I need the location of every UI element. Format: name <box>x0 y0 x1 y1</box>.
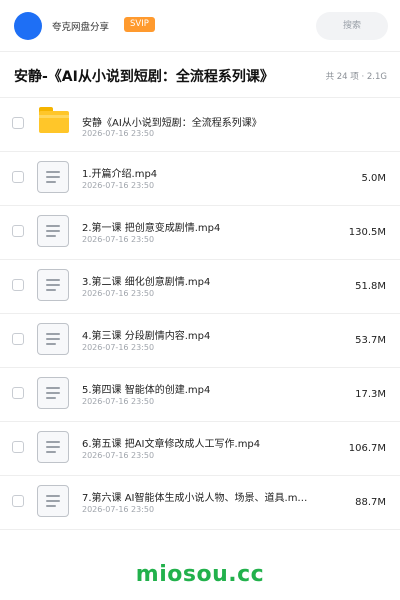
item-name: 3.第二课 细化创意剧情.mp4 <box>82 277 211 288</box>
item-size: 88.7M <box>355 497 386 508</box>
select-checkbox[interactable] <box>12 171 24 183</box>
item-name: 1.开篇介绍.mp4 <box>82 169 158 180</box>
list-item-file[interactable]: 3.第二课 细化创意剧情.mp4 2026-07-16 23:50 51.8M <box>0 260 400 314</box>
item-name: 安静《AI从小说到短剧：全流程系列课》 <box>82 118 262 129</box>
list-item-file[interactable]: 4.第三课 分段剧情内容.mp4 2026-07-16 23:50 53.7M <box>0 314 400 368</box>
video-file-icon <box>37 485 69 517</box>
folder-header: 安静-《AI从小说到短剧：全流程系列课》 共 24 项 · 2.1G <box>0 52 400 98</box>
top-bar: 夸克网盘分享 SVIP 搜索 <box>0 0 400 52</box>
video-file-icon <box>37 161 69 193</box>
item-size: 51.8M <box>355 281 386 292</box>
list-item-file[interactable]: 5.第四课 智能体的创建.mp4 2026-07-16 23:50 17.3M <box>0 368 400 422</box>
item-size: 5.0M <box>361 173 386 184</box>
item-date: 2026-07-16 23:50 <box>82 181 155 190</box>
item-date: 2026-07-16 23:50 <box>82 235 155 244</box>
select-checkbox[interactable] <box>12 333 24 345</box>
list-item-file[interactable]: 6.第五课 把AI文章修改成人工写作.mp4 2026-07-16 23:50 … <box>0 422 400 476</box>
item-name: 4.第三课 分段剧情内容.mp4 <box>82 331 211 342</box>
item-size: 53.7M <box>355 335 386 346</box>
select-checkbox[interactable] <box>12 495 24 507</box>
list-item-file[interactable]: 2.第一课 把创意变成剧情.mp4 2026-07-16 23:50 130.5… <box>0 206 400 260</box>
select-checkbox[interactable] <box>12 441 24 453</box>
watermark: miosou.cc <box>135 562 265 587</box>
item-name: 7.第六课 AI智能体生成小说人物、场景、道具.m… <box>82 493 308 504</box>
select-checkbox[interactable] <box>12 279 24 291</box>
select-checkbox[interactable] <box>12 225 24 237</box>
video-file-icon <box>37 269 69 301</box>
item-date: 2026-07-16 23:50 <box>82 505 155 514</box>
file-list: 安静《AI从小说到短剧：全流程系列课》 2026-07-16 23:50 1.开… <box>0 98 400 530</box>
item-name: 2.第一课 把创意变成剧情.mp4 <box>82 223 221 234</box>
share-page: 夸克网盘分享 SVIP 搜索 安静-《AI从小说到短剧：全流程系列课》 共 24… <box>0 0 400 600</box>
item-name: 6.第五课 把AI文章修改成人工写作.mp4 <box>82 439 261 450</box>
item-name: 5.第四课 智能体的创建.mp4 <box>82 385 211 396</box>
item-date: 2026-07-16 23:50 <box>82 451 155 460</box>
item-date: 2026-07-16 23:50 <box>82 129 155 138</box>
video-file-icon <box>37 377 69 409</box>
video-file-icon <box>37 215 69 247</box>
folder-icon <box>39 107 69 133</box>
select-checkbox[interactable] <box>12 387 24 399</box>
select-checkbox[interactable] <box>12 117 24 129</box>
item-date: 2026-07-16 23:50 <box>82 343 155 352</box>
item-size: 130.5M <box>348 227 386 238</box>
avatar[interactable] <box>14 12 42 40</box>
video-file-icon <box>37 431 69 463</box>
item-size: 17.3M <box>355 389 386 400</box>
brand-name: 夸克网盘分享 <box>52 22 110 33</box>
list-item-folder[interactable]: 安静《AI从小说到短剧：全流程系列课》 2026-07-16 23:50 <box>0 98 400 152</box>
list-item-file[interactable]: 1.开篇介绍.mp4 2026-07-16 23:50 5.0M <box>0 152 400 206</box>
list-item-file[interactable]: 7.第六课 AI智能体生成小说人物、场景、道具.m… 2026-07-16 23… <box>0 476 400 530</box>
item-size: 106.7M <box>348 443 386 454</box>
folder-summary: 共 24 项 · 2.1G <box>325 72 387 82</box>
search-input[interactable]: 搜索 <box>316 12 388 40</box>
item-date: 2026-07-16 23:50 <box>82 289 155 298</box>
page-title: 安静-《AI从小说到短剧：全流程系列课》 <box>14 69 274 85</box>
svip-badge: SVIP <box>124 17 155 32</box>
video-file-icon <box>37 323 69 355</box>
item-date: 2026-07-16 23:50 <box>82 397 155 406</box>
